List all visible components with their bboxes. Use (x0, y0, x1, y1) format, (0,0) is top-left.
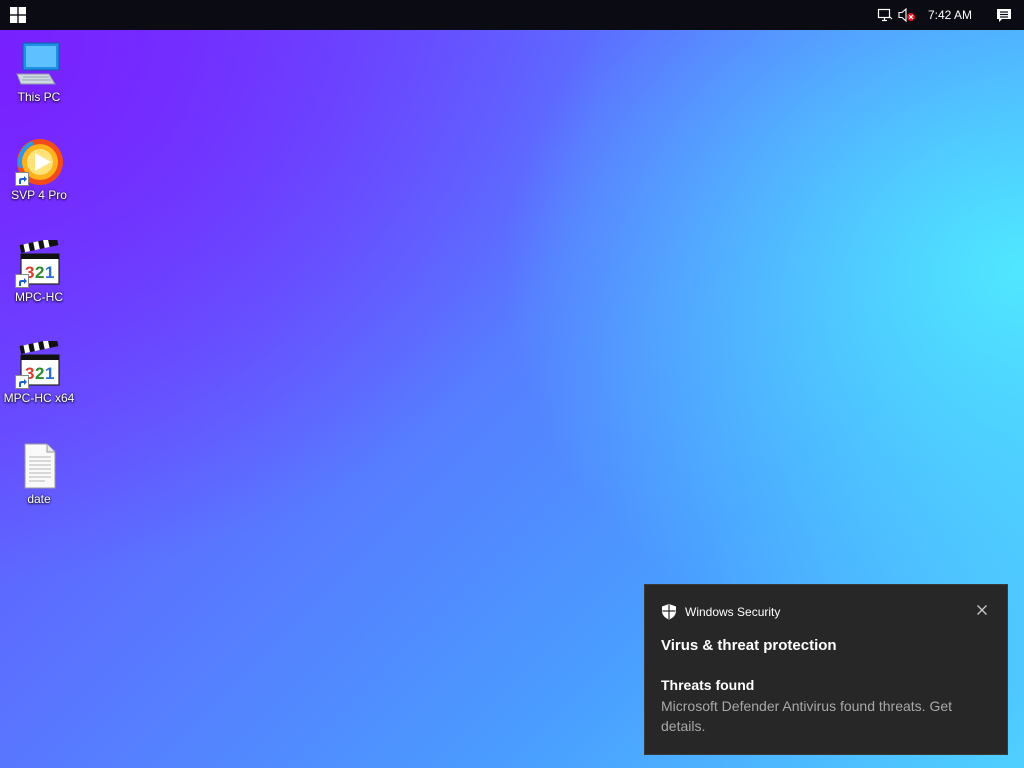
desktop-icon-label: MPC-HC (15, 290, 63, 304)
start-button[interactable] (0, 0, 36, 30)
security-toast-notification[interactable]: Windows Security Virus & threat protecti… (644, 584, 1008, 755)
mpc-hc-icon: 3 2 1 (15, 237, 63, 288)
desktop-icon-label: This PC (17, 90, 61, 104)
svg-text:1: 1 (45, 364, 54, 383)
close-icon (977, 605, 987, 615)
desktop-icon-this-pc[interactable]: This PC (0, 40, 78, 104)
clock[interactable]: 7:42 AM (918, 8, 984, 22)
toast-body: Microsoft Defender Antivirus found threa… (661, 698, 953, 734)
system-tray: 7:42 AM (874, 0, 1024, 30)
toast-subtitle: Threats found (661, 677, 755, 693)
toast-title: Virus & threat protection (661, 637, 837, 654)
desktop-icon-svp-4-pro[interactable]: SVP 4 Pro (0, 138, 78, 202)
windows-start-icon (10, 7, 26, 23)
toast-close-button[interactable] (975, 603, 989, 617)
desktop-icon-label: SVP 4 Pro (11, 188, 67, 202)
toast-header: Windows Security (661, 603, 780, 620)
toast-app-name: Windows Security (685, 604, 781, 619)
shortcut-arrow-icon (15, 172, 29, 186)
volume-muted-icon (898, 8, 915, 22)
shortcut-arrow-icon (15, 274, 29, 288)
taskbar: 7:42 AM (0, 0, 1024, 30)
shortcut-arrow-icon (15, 375, 29, 389)
svg-text:1: 1 (45, 263, 54, 282)
volume-tray-button[interactable] (896, 0, 918, 30)
text-file-icon (15, 442, 63, 490)
action-center-icon (997, 8, 1011, 22)
shield-icon (662, 604, 676, 620)
computer-icon (15, 40, 63, 88)
desktop-icon-label: date (27, 492, 51, 506)
network-icon (877, 8, 893, 22)
svg-text:2: 2 (35, 263, 44, 282)
desktop-icon-mpc-hc[interactable]: 3 2 1 MPC-HC (0, 237, 78, 304)
network-tray-button[interactable] (874, 0, 896, 30)
desktop-icon-date[interactable]: date (0, 442, 78, 506)
desktop-icon-mpc-hc-x64[interactable]: 3 2 1 MPC-HC x64 (0, 338, 78, 405)
action-center-button[interactable] (984, 0, 1024, 30)
svp-icon (15, 138, 63, 186)
mpc-hc-icon: 3 2 1 (15, 338, 63, 389)
desktop-icon-label: MPC-HC x64 (3, 391, 75, 405)
svg-text:2: 2 (35, 364, 44, 383)
